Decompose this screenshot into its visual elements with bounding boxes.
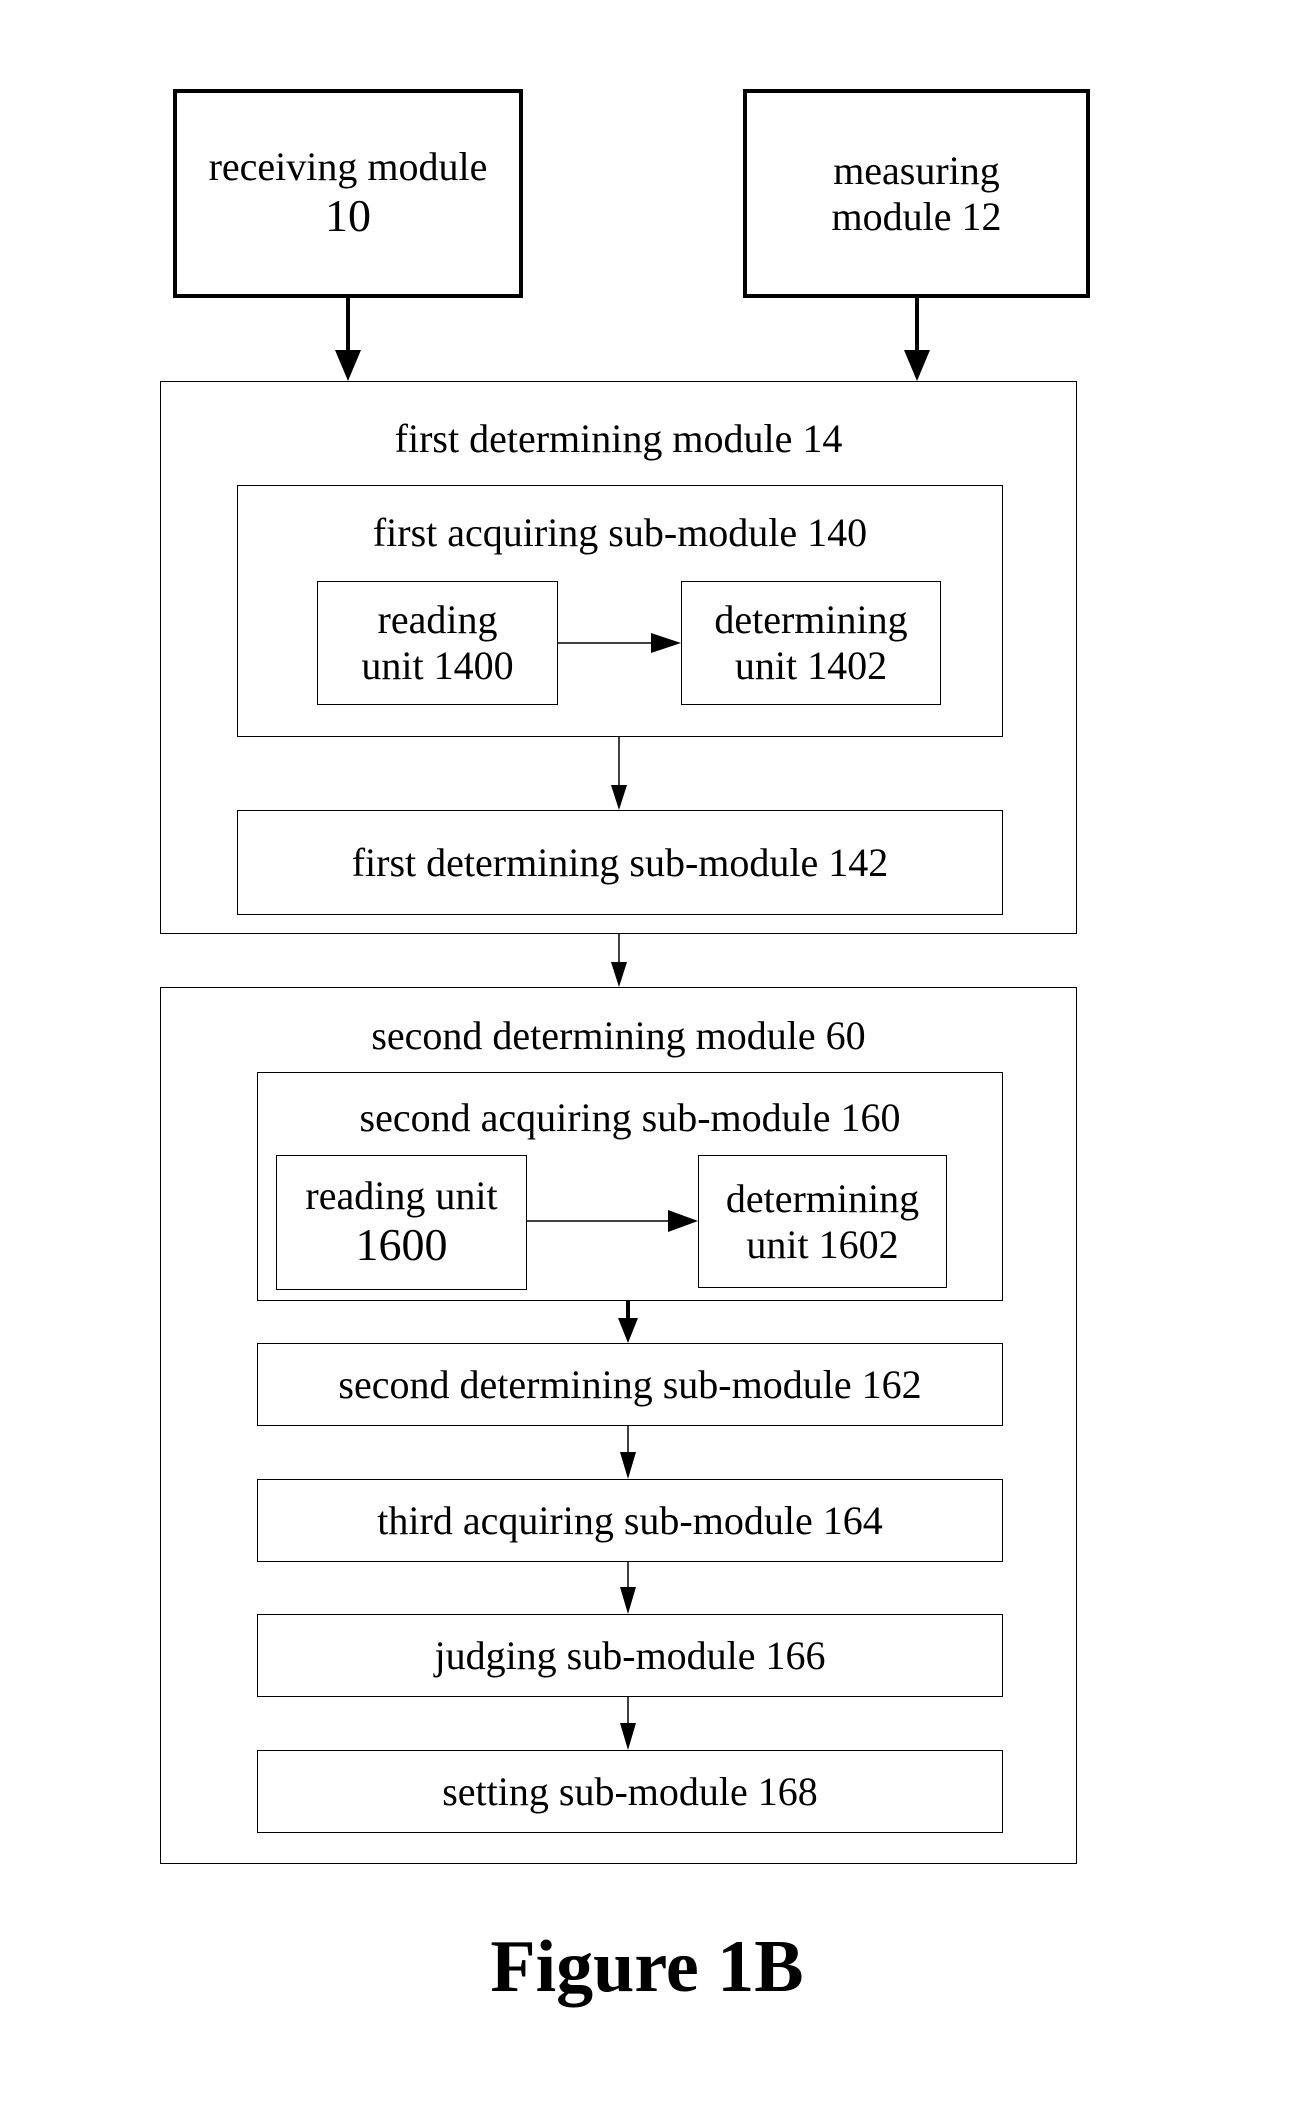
second-determining-module-title: second determining module 60 — [371, 1013, 866, 1058]
arrow-measuring-to-first — [904, 298, 930, 381]
second-determining-sub-module-title: second determining sub-module 162 — [338, 1361, 922, 1407]
judging-sub-module: judging sub-module 166 — [257, 1614, 1003, 1697]
receiving-module-box: receiving module 10 — [173, 89, 523, 298]
figure-caption: Figure 1B — [490, 1926, 804, 2008]
receiving-module-number: 10 — [325, 190, 371, 242]
receiving-module-label: receiving module — [208, 144, 488, 190]
determining-unit-1402: determining unit 1402 — [681, 581, 941, 705]
second-determining-sub-module: second determining sub-module 162 — [257, 1343, 1003, 1426]
first-determining-sub-module-title: first determining sub-module 142 — [351, 839, 889, 885]
first-determining-sub-module: first determining sub-module 142 — [237, 810, 1003, 915]
measuring-module-box: measuring module 12 — [743, 89, 1090, 298]
determining-unit-1602-line1: determining — [725, 1175, 920, 1221]
reading-unit-1600-line1: reading unit — [305, 1173, 498, 1219]
reading-unit-1400-line2: unit 1400 — [361, 643, 514, 688]
setting-sub-module: setting sub-module 168 — [257, 1750, 1003, 1833]
measuring-module-number: module 12 — [831, 193, 1002, 239]
measuring-module-label: measuring — [833, 147, 1000, 193]
second-acquiring-sub-module-title: second acquiring sub-module 160 — [359, 1095, 901, 1140]
arrow-first-to-second-module — [611, 934, 627, 987]
reading-unit-1400-line1: reading — [377, 597, 498, 642]
third-acquiring-sub-module-title: third acquiring sub-module 164 — [377, 1497, 883, 1543]
setting-sub-module-title: setting sub-module 168 — [442, 1768, 818, 1814]
judging-sub-module-title: judging sub-module 166 — [434, 1632, 826, 1678]
first-determining-module-title: first determining module 14 — [394, 416, 843, 461]
determining-unit-1402-line1: determining — [714, 597, 908, 642]
first-acquiring-sub-module-title: first acquiring sub-module 140 — [372, 510, 868, 555]
determining-unit-1402-line2: unit 1402 — [734, 643, 888, 688]
reading-unit-1600-line2: 1600 — [355, 1219, 448, 1271]
reading-unit-1600: reading unit 1600 — [276, 1155, 527, 1290]
reading-unit-1400: reading unit 1400 — [317, 581, 558, 705]
third-acquiring-sub-module: third acquiring sub-module 164 — [257, 1479, 1003, 1562]
arrow-receiving-to-first — [335, 298, 361, 381]
determining-unit-1602: determining unit 1602 — [698, 1155, 947, 1288]
determining-unit-1602-line2: unit 1602 — [746, 1221, 899, 1267]
